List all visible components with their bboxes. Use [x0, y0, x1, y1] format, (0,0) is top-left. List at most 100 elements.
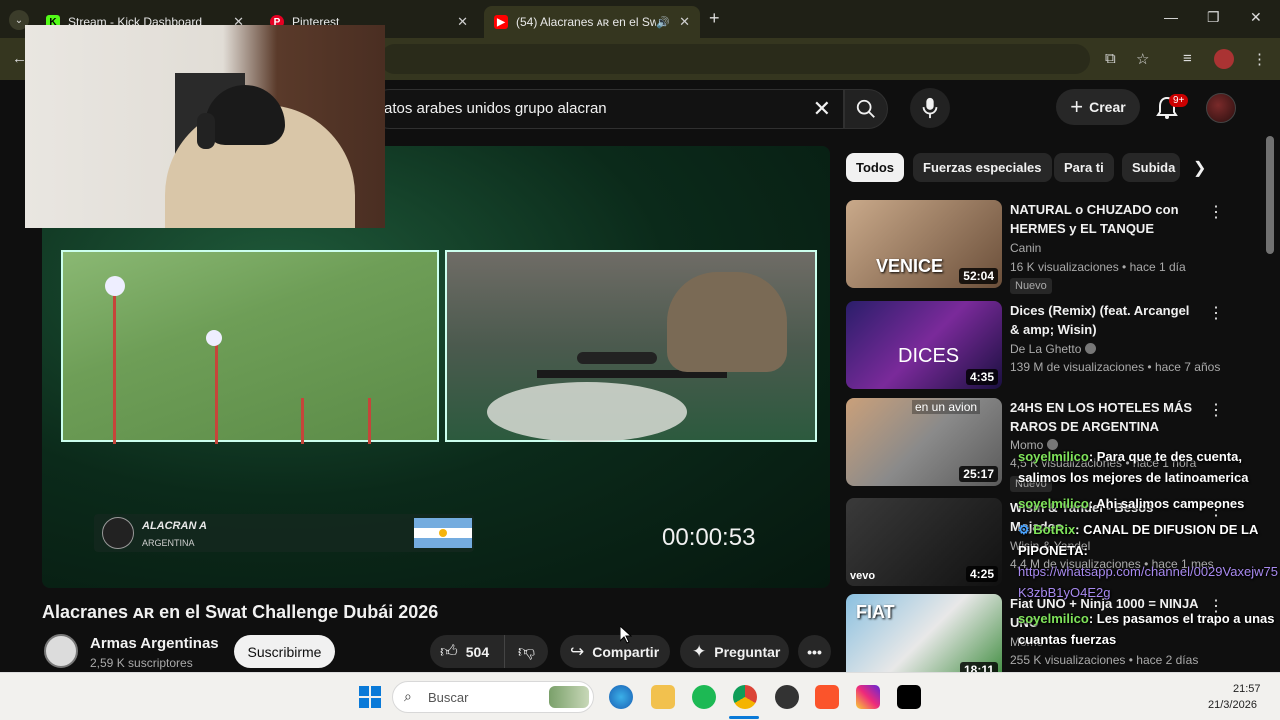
channel-avatar[interactable]	[44, 634, 78, 668]
team-scoreboard: ALACRAN A ARGENTINA	[94, 514, 474, 552]
chip-subida[interactable]: Subida	[1122, 153, 1180, 182]
like-button[interactable]: 👍︎ 504	[430, 635, 504, 668]
voice-search-button[interactable]	[910, 88, 950, 128]
obs-icon[interactable]	[775, 685, 799, 709]
search-icon: ⌕	[404, 688, 412, 704]
target-pole	[113, 287, 116, 444]
restore-icon[interactable]: ❐	[1207, 9, 1220, 26]
thumbnail-text: DICES	[898, 345, 960, 367]
chat-username: soyelmilico	[1018, 611, 1089, 626]
team-country: ARGENTINA	[142, 538, 195, 548]
video-thumbnail[interactable]: vevo 4:25	[846, 498, 1002, 586]
more-horizontal-icon: •••	[807, 643, 822, 660]
microphone-icon	[922, 97, 938, 119]
more-actions-button[interactable]: •••	[798, 635, 831, 668]
mat-logo	[487, 382, 687, 442]
share-label: Compartir	[592, 643, 660, 660]
menu-icon[interactable]: ⋮	[1252, 50, 1267, 68]
chat-message: soyelmilico: Ahi salimos campeones	[1018, 493, 1280, 514]
recommendation-channel[interactable]: Canin	[1010, 241, 1041, 255]
search-button[interactable]	[844, 89, 888, 129]
chat-username: soyelmilico	[1018, 449, 1089, 464]
channel-label: De La Ghetto	[1010, 342, 1082, 356]
recommendation-meta: 255 K visualizaciones • hace 2 días	[1010, 653, 1199, 667]
recommendation-meta: 16 K visualizaciones • hace 1 día	[1010, 260, 1186, 274]
target-ball	[105, 276, 125, 296]
page-scrollbar[interactable]	[1266, 136, 1274, 254]
chip-todos[interactable]: Todos	[846, 153, 905, 182]
stage-timer: 00:00:53	[662, 524, 756, 551]
windows-taskbar: ⌕ Buscar 21:57 21/3/2026	[0, 672, 1280, 720]
more-vertical-icon[interactable]: ⋮	[1208, 202, 1224, 222]
recommendation-title[interactable]: 24HS EN LOS HOTELES MÁS RAROS DE ARGENTI…	[1010, 398, 1200, 436]
share-icon: ↪	[570, 641, 585, 661]
video-panel-shooter	[445, 250, 817, 442]
taskbar-search-placeholder: Buscar	[428, 690, 469, 705]
bookmark-star-icon[interactable]: ☆	[1136, 50, 1149, 68]
chat-message: soyelmilico: Les pasamos el trapo a unas…	[1018, 608, 1280, 650]
chip-para-ti[interactable]: Para ti	[1054, 153, 1114, 182]
address-bar[interactable]	[380, 44, 1090, 74]
chat-text: : Ahi salimos campeones	[1088, 496, 1245, 511]
edge-icon[interactable]	[609, 685, 633, 709]
file-explorer-icon[interactable]	[651, 685, 675, 709]
target-ball	[206, 330, 222, 346]
mouse-cursor-icon	[620, 626, 632, 644]
create-button[interactable]: + Crear	[1056, 89, 1140, 125]
chip-fuerzas-especiales[interactable]: Fuerzas especiales	[913, 153, 1052, 182]
video-thumbnail[interactable]: en un avion 25:17	[846, 398, 1002, 486]
sparkle-icon: ✦	[692, 641, 707, 661]
recommendation-item[interactable]: DICES 4:35 Dices (Remix) (feat. Arcangel…	[846, 301, 1266, 393]
recommendation-meta: 139 M de visualizaciones • hace 7 años	[1010, 360, 1221, 374]
instagram-icon[interactable]	[856, 685, 880, 709]
brave-icon[interactable]	[815, 685, 839, 709]
dislike-button[interactable]: 👎︎	[504, 635, 548, 668]
close-icon[interactable]: ✕	[457, 14, 468, 30]
minimize-icon[interactable]: —	[1164, 9, 1178, 25]
video-thumbnail[interactable]: VENICE 52:04	[846, 200, 1002, 288]
channel-name[interactable]: Armas Argentinas	[90, 635, 219, 652]
recommendation-item[interactable]: VENICE 52:04 NATURAL o CHUZADO con HERME…	[846, 200, 1266, 294]
share-button[interactable]: ↪ Compartir	[560, 635, 670, 668]
clock-date: 21/3/2026	[1208, 699, 1257, 711]
video-thumbnail[interactable]: DICES 4:35	[846, 301, 1002, 389]
windows-start-icon[interactable]	[359, 686, 381, 708]
recommendation-title[interactable]: Dices (Remix) (feat. Arcangel & amp; Wis…	[1010, 301, 1200, 339]
video-thumbnail[interactable]: FIAT 18:11	[846, 594, 1002, 682]
close-icon[interactable]: ✕	[679, 14, 690, 30]
notification-badge: 9+	[1169, 94, 1189, 107]
chevron-right-icon[interactable]: ❯	[1193, 158, 1206, 178]
new-tab-icon[interactable]: +	[709, 8, 720, 29]
more-vertical-icon[interactable]: ⋮	[1208, 303, 1224, 323]
clear-search-icon[interactable]: ✕	[813, 96, 831, 122]
profile-icon[interactable]	[1214, 49, 1234, 69]
thumbs-down-icon: 👎︎	[517, 642, 536, 661]
video-panel-range	[61, 250, 439, 444]
install-app-icon[interactable]: ⧉	[1105, 50, 1116, 67]
speaker-icon[interactable]: 🔊	[656, 16, 670, 29]
spotify-icon[interactable]	[692, 685, 716, 709]
search-query: atos arabes unidos grupo alacran	[384, 100, 607, 117]
close-window-icon[interactable]: ✕	[1250, 9, 1262, 26]
tab-title: (54) Alacranes ᴀʀ en el Swat	[516, 15, 656, 29]
media-control-icon[interactable]: ≡	[1183, 50, 1192, 67]
rifle-scope	[577, 352, 657, 364]
chrome-icon[interactable]	[733, 685, 757, 709]
tab-youtube-active[interactable]: ▶ (54) Alacranes ᴀʀ en el Swat 🔊 ✕	[484, 6, 700, 38]
create-label: Crear	[1089, 99, 1126, 115]
subscribe-button[interactable]: Suscribirme	[234, 635, 335, 668]
more-vertical-icon[interactable]: ⋮	[1208, 400, 1224, 420]
team-emblem-icon	[102, 517, 134, 549]
recommendation-channel[interactable]: De La Ghetto	[1010, 342, 1097, 356]
taskbar-search[interactable]: ⌕ Buscar	[392, 681, 594, 713]
tiktok-icon[interactable]	[897, 685, 921, 709]
account-avatar[interactable]	[1206, 93, 1236, 123]
bot-icon: ⚙	[1018, 522, 1030, 537]
video-duration: 4:35	[965, 369, 998, 385]
thumbnail-text: en un avion	[912, 400, 981, 414]
search-input[interactable]: atos arabes unidos grupo alacran ✕	[370, 89, 844, 129]
chat-link[interactable]: https://whatsapp.com/channel/0029Vaxejw7…	[1018, 561, 1280, 603]
video-duration: 4:25	[965, 566, 998, 582]
ask-button[interactable]: ✦ Preguntar	[680, 635, 789, 668]
recommendation-title[interactable]: NATURAL o CHUZADO con HERMES y EL TANQUE	[1010, 200, 1200, 238]
